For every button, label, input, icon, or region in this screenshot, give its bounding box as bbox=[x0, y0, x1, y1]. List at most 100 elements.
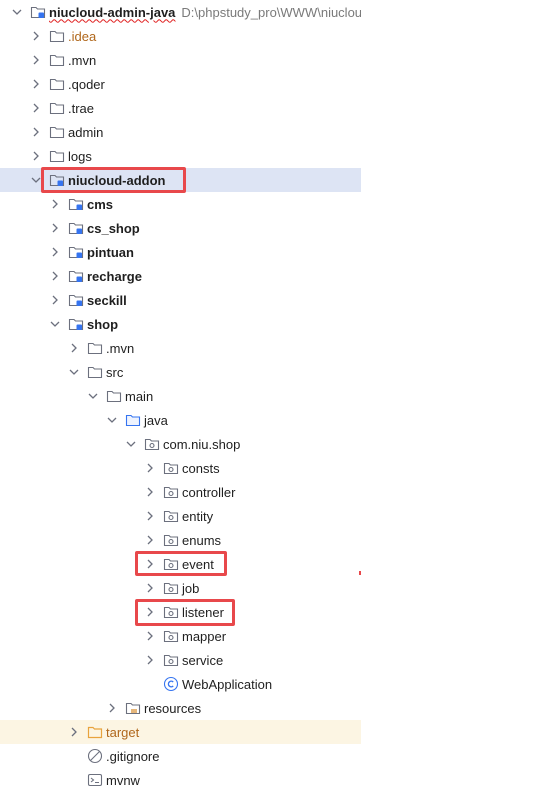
tree-row-controller[interactable]: controller bbox=[0, 480, 361, 504]
tree-row-cms[interactable]: cms bbox=[0, 192, 361, 216]
tree-row-consts[interactable]: consts bbox=[0, 456, 361, 480]
chevron-right-icon[interactable] bbox=[144, 460, 156, 476]
chevron-right-icon[interactable] bbox=[49, 196, 61, 212]
tree-row-entity[interactable]: entity bbox=[0, 504, 361, 528]
chevron-right-icon[interactable] bbox=[49, 220, 61, 236]
tree-row-pintuan[interactable]: pintuan bbox=[0, 240, 361, 264]
chevron-down-icon[interactable] bbox=[49, 316, 61, 332]
tree-row-com-niu-shop[interactable]: com.niu.shop bbox=[0, 432, 361, 456]
tree-row-recharge[interactable]: recharge bbox=[0, 264, 361, 288]
tree-row-resources[interactable]: resources bbox=[0, 696, 361, 720]
chevron-right-icon[interactable] bbox=[144, 652, 156, 668]
folder-icon bbox=[87, 364, 103, 380]
tree-row-webapplication[interactable]: WebApplication bbox=[0, 672, 361, 696]
package-icon bbox=[163, 532, 179, 548]
package-icon bbox=[163, 604, 179, 620]
chevron-right-icon[interactable] bbox=[144, 484, 156, 500]
tree-row-target[interactable]: target bbox=[0, 720, 361, 744]
tree-item-label: .qoder bbox=[68, 76, 105, 92]
chevron-right-icon[interactable] bbox=[68, 340, 80, 356]
chevron-right-icon[interactable] bbox=[30, 28, 42, 44]
tree-item-label: job bbox=[182, 580, 200, 596]
tree-row-java[interactable]: java bbox=[0, 408, 361, 432]
tree-row-mapper[interactable]: mapper bbox=[0, 624, 361, 648]
tree-row-service[interactable]: service bbox=[0, 648, 361, 672]
tree-item-label: target bbox=[106, 724, 140, 740]
tree-row-idea[interactable]: .idea bbox=[0, 24, 361, 48]
tree-row-qoder[interactable]: .qoder bbox=[0, 72, 361, 96]
tree-item-label: .mvn bbox=[68, 52, 97, 68]
folder-icon bbox=[49, 148, 65, 164]
package-icon bbox=[163, 652, 179, 668]
folder-icon bbox=[49, 76, 65, 92]
chevron-right-icon[interactable] bbox=[68, 724, 80, 740]
chevron-right-icon[interactable] bbox=[30, 76, 42, 92]
package-icon bbox=[163, 484, 179, 500]
chevron-down-icon[interactable] bbox=[30, 172, 42, 188]
tree-item-label: entity bbox=[182, 508, 214, 524]
chevron-down-icon[interactable] bbox=[87, 388, 99, 404]
tree-item-label: .gitignore bbox=[106, 748, 160, 764]
chevron-down-icon[interactable] bbox=[106, 412, 118, 428]
chevron-down-icon[interactable] bbox=[68, 364, 80, 380]
chevron-right-icon[interactable] bbox=[49, 292, 61, 308]
resources-folder-icon bbox=[125, 700, 141, 716]
module-folder-icon bbox=[68, 316, 84, 332]
tree-row-seckill[interactable]: seckill bbox=[0, 288, 361, 312]
package-icon bbox=[163, 508, 179, 524]
tree-item-label: recharge bbox=[87, 268, 142, 284]
module-folder-icon bbox=[68, 220, 84, 236]
tree-row-cs-shop[interactable]: cs_shop bbox=[0, 216, 361, 240]
ignore-file-icon bbox=[87, 748, 103, 764]
tree-row-root[interactable]: niucloud-admin-java D:\phpstudy_pro\WWW\… bbox=[0, 0, 361, 24]
chevron-right-icon[interactable] bbox=[144, 508, 156, 524]
package-icon bbox=[144, 436, 160, 452]
chevron-down-icon[interactable] bbox=[125, 436, 137, 452]
tree-item-label: .trae bbox=[68, 100, 95, 116]
tree-item-label: niucloud-addon bbox=[68, 172, 166, 188]
tree-row-job[interactable]: job bbox=[0, 576, 361, 600]
tree-row-trae[interactable]: .trae bbox=[0, 96, 361, 120]
tree-row-niucloud-addon[interactable]: niucloud-addon bbox=[0, 168, 361, 192]
module-folder-icon bbox=[68, 292, 84, 308]
tree-item-label: cs_shop bbox=[87, 220, 140, 236]
module-folder-icon bbox=[30, 4, 46, 20]
tree-row-listener[interactable]: listener bbox=[0, 600, 361, 624]
tree-row-main[interactable]: main bbox=[0, 384, 361, 408]
chevron-right-icon[interactable] bbox=[30, 148, 42, 164]
chevron-right-icon[interactable] bbox=[144, 556, 156, 572]
folder-icon bbox=[49, 28, 65, 44]
chevron-right-icon[interactable] bbox=[49, 268, 61, 284]
tree-row-src[interactable]: src bbox=[0, 360, 361, 384]
tree-item-label: service bbox=[182, 652, 224, 668]
tree-row-shop-mvn[interactable]: .mvn bbox=[0, 336, 361, 360]
tree-row-enums[interactable]: enums bbox=[0, 528, 361, 552]
tree-item-label: .idea bbox=[68, 28, 97, 44]
tree-item-label: enums bbox=[182, 532, 222, 548]
chevron-down-icon[interactable] bbox=[11, 4, 23, 20]
chevron-right-icon[interactable] bbox=[30, 52, 42, 68]
tree-row-gitignore[interactable]: .gitignore bbox=[0, 744, 361, 768]
tree-row-mvnw[interactable]: mvnw bbox=[0, 768, 361, 789]
chevron-right-icon[interactable] bbox=[144, 532, 156, 548]
tree-item-label: resources bbox=[144, 700, 202, 716]
tree-item-label: seckill bbox=[87, 292, 127, 308]
chevron-right-icon[interactable] bbox=[106, 700, 118, 716]
tree-row-admin[interactable]: admin bbox=[0, 120, 361, 144]
tree-item-label: com.niu.shop bbox=[163, 436, 241, 452]
chevron-right-icon[interactable] bbox=[30, 100, 42, 116]
project-tree-panel: niucloud-admin-java D:\phpstudy_pro\WWW\… bbox=[0, 0, 361, 789]
chevron-right-icon[interactable] bbox=[144, 604, 156, 620]
tree-item-label: mvnw bbox=[106, 772, 140, 788]
chevron-right-icon[interactable] bbox=[30, 124, 42, 140]
tree-row-mvn[interactable]: .mvn bbox=[0, 48, 361, 72]
tree-row-shop[interactable]: shop bbox=[0, 312, 361, 336]
tree-item-label: WebApplication bbox=[182, 676, 273, 692]
tree-row-logs[interactable]: logs bbox=[0, 144, 361, 168]
chevron-right-icon[interactable] bbox=[144, 628, 156, 644]
chevron-right-icon[interactable] bbox=[49, 244, 61, 260]
folder-icon bbox=[87, 340, 103, 356]
tree-row-event[interactable]: event bbox=[0, 552, 361, 576]
source-folder-icon bbox=[125, 412, 141, 428]
chevron-right-icon[interactable] bbox=[144, 580, 156, 596]
